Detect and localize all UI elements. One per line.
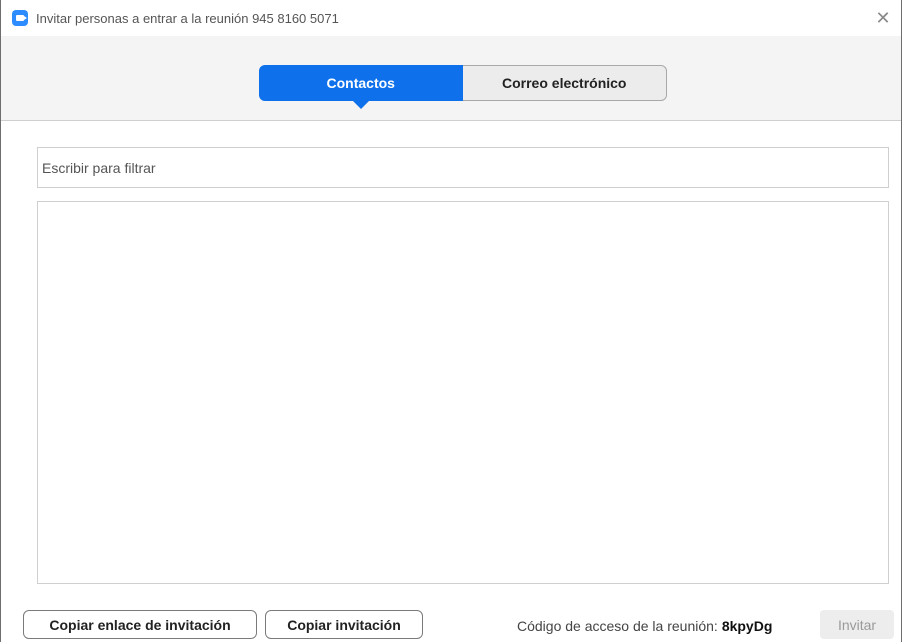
zoom-camera-icon bbox=[12, 10, 28, 26]
meeting-passcode: Código de acceso de la reunión: 8kpyDg bbox=[517, 618, 772, 634]
filter-input[interactable] bbox=[38, 148, 888, 187]
invite-dialog: Invitar personas a entrar a la reunión 9… bbox=[0, 0, 902, 642]
close-icon[interactable]: ✕ bbox=[871, 6, 895, 30]
window-title: Invitar personas a entrar a la reunión 9… bbox=[36, 10, 339, 26]
footer: Copiar enlace de invitación Copiar invit… bbox=[1, 600, 901, 642]
passcode-value: 8kpyDg bbox=[721, 618, 773, 634]
tab-header: Contactos Correo electrónico bbox=[1, 36, 901, 121]
invite-button[interactable]: Invitar bbox=[820, 610, 894, 639]
title-bar: Invitar personas a entrar a la reunión 9… bbox=[1, 0, 901, 36]
tab-email[interactable]: Correo electrónico bbox=[462, 65, 667, 101]
tab-switcher: Contactos Correo electrónico bbox=[259, 65, 667, 109]
copy-invite-link-button[interactable]: Copiar enlace de invitación bbox=[23, 610, 257, 639]
filter-field bbox=[37, 147, 889, 188]
tab-contacts[interactable]: Contactos bbox=[259, 65, 463, 109]
copy-invitation-button[interactable]: Copiar invitación bbox=[265, 610, 423, 639]
passcode-label: Código de acceso de la reunión: bbox=[517, 618, 718, 634]
contacts-list[interactable] bbox=[37, 201, 889, 584]
